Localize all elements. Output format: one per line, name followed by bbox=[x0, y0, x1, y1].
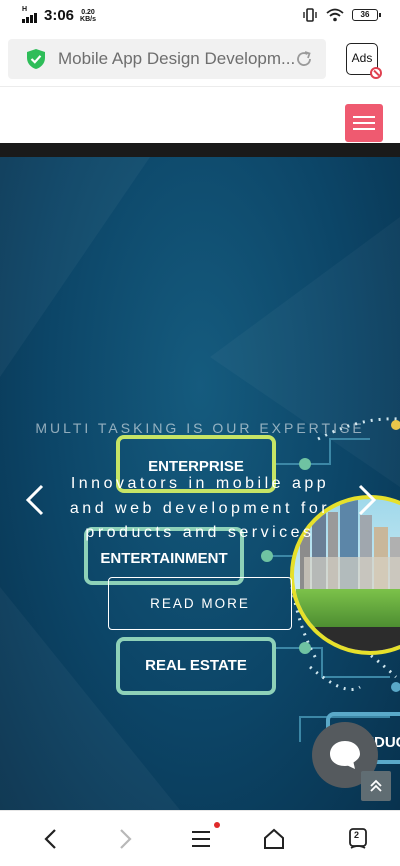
home-button[interactable] bbox=[259, 825, 289, 853]
menu-lines-icon bbox=[192, 831, 210, 847]
menu-button[interactable] bbox=[186, 822, 220, 853]
ad-block-button[interactable]: Ads bbox=[346, 43, 382, 79]
home-icon bbox=[264, 828, 284, 849]
status-left: H 3:06 0.20 KB/s bbox=[22, 5, 96, 24]
vibrate-icon bbox=[303, 8, 317, 22]
network-type: H bbox=[22, 5, 28, 13]
hero-slider: ENTERPRISE ENTERTAINMENT REAL ESTATE EDU… bbox=[0, 157, 400, 810]
slider-next-icon[interactable] bbox=[354, 483, 380, 517]
header-divider bbox=[0, 143, 400, 157]
chip-real-estate: REAL ESTATE bbox=[116, 637, 276, 695]
battery-icon: 36 bbox=[352, 9, 381, 21]
back-button[interactable] bbox=[36, 825, 66, 853]
tab-count: 2 bbox=[354, 830, 360, 840]
site-header bbox=[0, 86, 400, 143]
tabs-button[interactable]: 2 bbox=[343, 825, 373, 853]
page-title: Mobile App Design Developm... bbox=[58, 49, 294, 68]
forward-arrow-icon bbox=[120, 829, 132, 849]
forward-button[interactable] bbox=[110, 825, 140, 853]
address-bar[interactable]: Mobile App Design Developm... bbox=[8, 39, 326, 79]
notification-dot bbox=[214, 822, 220, 828]
reload-icon[interactable] bbox=[294, 49, 314, 69]
signal-icon: H bbox=[22, 5, 38, 23]
chat-bubble-icon bbox=[330, 741, 360, 769]
slider-prev-icon[interactable] bbox=[22, 483, 48, 517]
clock: 3:06 bbox=[44, 7, 75, 24]
chip-entertainment-label: ENTERTAINMENT bbox=[100, 550, 227, 567]
back-arrow-icon bbox=[44, 829, 56, 849]
scroll-to-top-button[interactable] bbox=[361, 771, 391, 801]
net-speed: 0.20 KB/s bbox=[80, 9, 96, 23]
net-speed-value: 0.20 bbox=[81, 8, 95, 16]
browser-toolbar: Mobile App Design Developm... Ads bbox=[0, 32, 400, 86]
net-speed-unit: KB/s bbox=[80, 15, 96, 23]
chip-real-estate-label: REAL ESTATE bbox=[145, 657, 247, 674]
hamburger-menu-button[interactable] bbox=[345, 104, 383, 142]
status-bar: H 3:06 0.20 KB/s 36 bbox=[0, 0, 400, 32]
hero-headline: Innovators in mobile app and web develop… bbox=[69, 475, 331, 541]
wifi-icon bbox=[326, 8, 344, 22]
browser-bottom-nav: 2 bbox=[0, 810, 400, 866]
read-more-button[interactable]: READ MORE bbox=[108, 577, 292, 630]
double-chevron-up-icon bbox=[370, 779, 382, 792]
hero-tagline: MULTI TASKING IS OUR EXPERTISE bbox=[35, 420, 365, 436]
ads-label: Ads bbox=[351, 51, 373, 65]
status-right: 36 bbox=[302, 8, 381, 22]
secure-shield-icon bbox=[27, 49, 45, 69]
block-icon bbox=[370, 67, 382, 79]
